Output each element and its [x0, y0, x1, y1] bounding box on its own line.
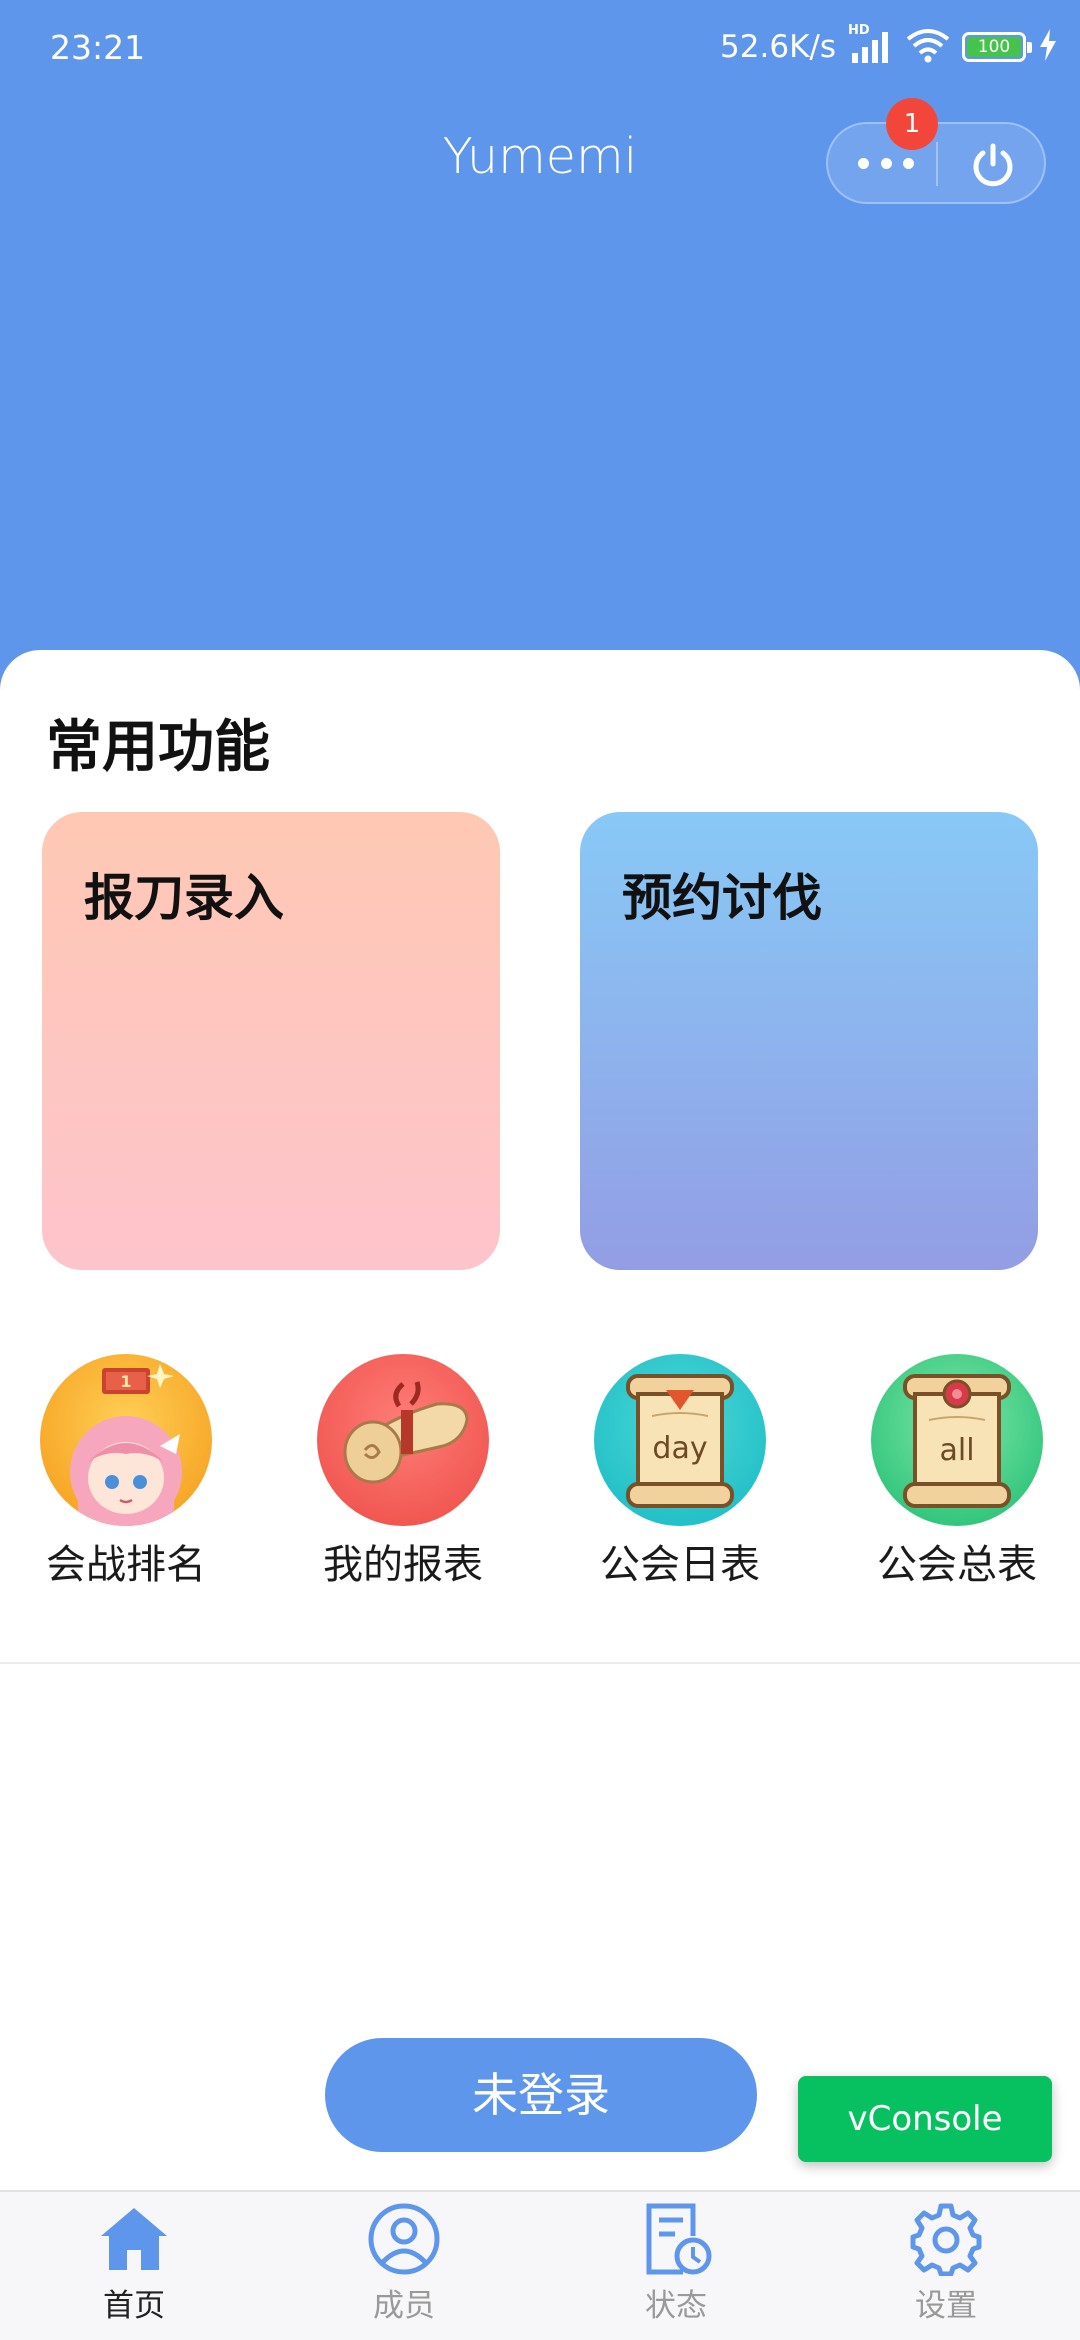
section-divider [0, 1662, 1080, 1664]
shortcut-label: 公会日表 [600, 1542, 760, 1588]
notification-badge: 1 [886, 98, 938, 150]
network-speed: 52.6K/s [720, 29, 836, 65]
svg-text:1: 1 [120, 1372, 131, 1391]
rank-avatar-icon: 1 [40, 1354, 212, 1526]
tab-label: 成员 [373, 2288, 435, 2324]
more-dot-icon [880, 157, 892, 169]
feature-card-label: 预约讨伐 [622, 869, 822, 927]
shortcut-my-report[interactable]: 我的报表 [303, 1354, 503, 1590]
login-button[interactable]: 未登录 [325, 2038, 757, 2152]
tab-home[interactable]: 首页 [34, 2192, 234, 2340]
close-power-button[interactable] [968, 140, 1018, 190]
tab-label: 首页 [103, 2288, 165, 2324]
status-indicators: 52.6K/s HD 100 [720, 23, 1058, 68]
tab-label: 状态 [645, 2288, 707, 2324]
main-content-card: 常用功能 报刀录入 预约讨伐 1 会战排名 我的报表 day 公会日表 all … [0, 650, 1080, 2190]
tab-settings[interactable]: 设置 [846, 2192, 1046, 2340]
all-scroll-icon: all [871, 1354, 1043, 1526]
gear-icon [910, 2203, 982, 2276]
all-scroll-text: all [939, 1433, 974, 1468]
bottom-tab-bar: 首页 成员 状态 设置 [0, 2190, 1080, 2340]
mini-program-capsule [826, 122, 1046, 204]
power-icon [973, 143, 1013, 187]
charging-icon [1038, 29, 1058, 65]
vconsole-button[interactable]: vConsole [798, 2076, 1052, 2162]
status-time: 23:21 [50, 28, 146, 67]
battery-icon: 100 [962, 32, 1032, 62]
tab-members[interactable]: 成员 [304, 2192, 504, 2340]
shortcut-battle-ranking[interactable]: 1 会战排名 [26, 1354, 226, 1590]
shortcut-label: 我的报表 [323, 1542, 483, 1588]
user-icon [368, 2203, 440, 2275]
reservation-card[interactable]: 预约讨伐 [580, 812, 1038, 1270]
day-scroll-text: day [652, 1431, 707, 1466]
feature-card-label: 报刀录入 [84, 869, 284, 927]
report-entry-card[interactable]: 报刀录入 [42, 812, 500, 1270]
day-scroll-icon: day [594, 1354, 766, 1526]
scroll-icon [317, 1354, 489, 1526]
home-icon [101, 2208, 167, 2270]
shortcut-guild-daily[interactable]: day 公会日表 [580, 1354, 780, 1590]
shortcut-guild-total[interactable]: all 公会总表 [857, 1354, 1057, 1590]
more-menu-button[interactable] [858, 148, 914, 178]
wifi-icon [906, 27, 950, 67]
more-dot-icon [903, 157, 914, 169]
battery-level: 100 [967, 37, 1021, 57]
capsule-divider [936, 142, 938, 186]
signal-hd-label: HD [848, 23, 870, 38]
app-root: 23:21 52.6K/s HD 100 Yumemi 1 常用功能 报刀录入 … [0, 0, 1080, 2340]
more-dot-icon [858, 157, 869, 169]
tab-label: 设置 [915, 2288, 977, 2324]
section-title: 常用功能 [46, 715, 270, 780]
tab-status[interactable]: 状态 [576, 2192, 776, 2340]
shortcut-label: 会战排名 [46, 1542, 206, 1588]
signal-icon: HD [848, 23, 894, 65]
shortcut-label: 公会总表 [877, 1542, 1037, 1588]
status-clock-icon [646, 2203, 712, 2275]
status-bar: 23:21 52.6K/s HD 100 [0, 0, 1080, 96]
